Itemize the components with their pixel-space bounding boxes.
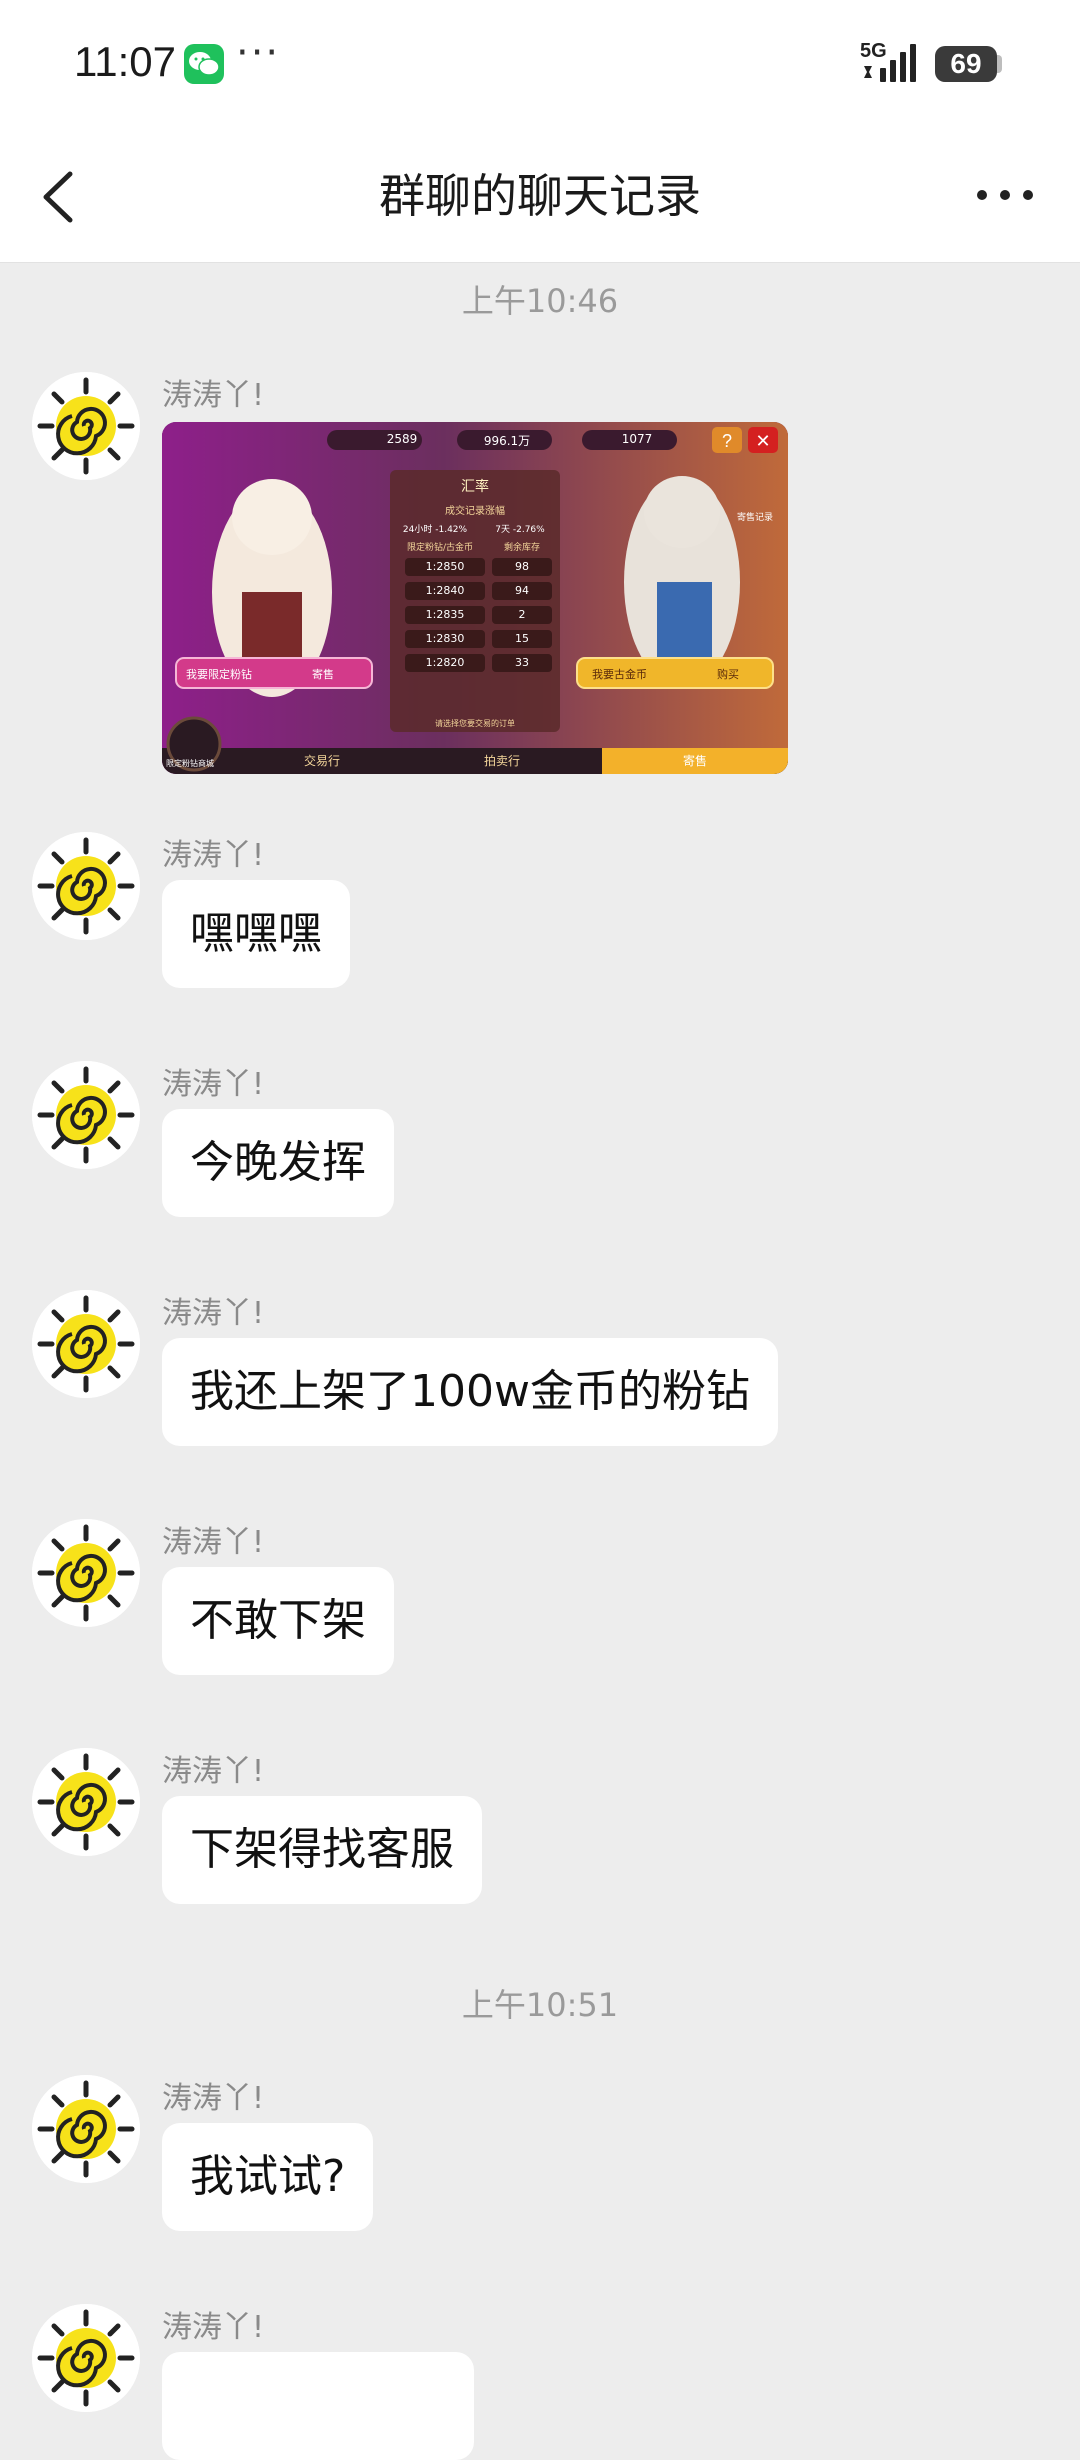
avatar[interactable] [32,2075,140,2183]
right-action-tag: 购买 [717,668,739,681]
tab-label: 寄售 [682,754,707,768]
sender-name: 涛涛丫! [162,838,265,873]
avatar[interactable] [32,1519,140,1627]
avatar[interactable] [32,1748,140,1856]
rate-cell: 1:2850 [425,560,465,573]
navigation-bar: 群聊的聊天记录 [0,130,1080,263]
status-time: 11:07 [74,38,176,85]
image-message[interactable]: ? ✕ 2589 996.1万 1077 汇率 成交记录涨幅 24小时 -1.4… [162,422,788,774]
message-timestamp: 上午10:51 [461,1986,619,2024]
text-bubble[interactable]: 嘿嘿嘿 [162,880,350,988]
svg-text:✕: ✕ [755,431,770,451]
panel-subtitle: 成交记录涨幅 [445,506,505,517]
right-action-label: 我要古金币 [592,668,647,681]
back-button[interactable] [30,160,90,232]
column-header: 剩余库存 [503,543,540,553]
page-title: 群聊的聊天记录 [379,169,701,223]
sender-name: 涛涛丫! [162,378,265,413]
stock-cell: 98 [515,560,529,573]
gold-count: 996.1万 [483,434,531,448]
rate-cell: 1:2820 [425,656,465,669]
gem-count: 2589 [386,432,418,446]
stock-cell: 15 [515,632,529,645]
panel-title: 汇率 [461,479,489,495]
sun-avatar-icon [32,372,140,480]
left-action-tag: 寄售 [312,668,334,681]
rate-cell: 1:2830 [425,632,465,645]
sender-name: 涛涛丫! [162,2310,265,2345]
sender-name: 涛涛丫! [162,1754,265,1789]
sun-avatar-icon [32,2304,140,2412]
text-bubble[interactable]: 我还上架了100w金币的粉钻 [162,1338,778,1446]
stock-cell: 2 [518,608,526,621]
rate-cell: 1:2835 [425,608,465,621]
svg-text:?: ? [722,431,732,451]
record-label: 寄售记录 [737,513,774,523]
avatar[interactable] [32,832,140,940]
shop-label: 限定粉钻商城 [166,759,214,768]
sun-avatar-icon [32,1061,140,1169]
sender-name: 涛涛丫! [162,1525,265,1560]
avatar[interactable] [32,1290,140,1398]
text-bubble[interactable]: 今晚发挥 [162,1109,394,1217]
battery-tip [997,55,1002,73]
sender-name: 涛涛丫! [162,1296,265,1331]
text-bubble-partial[interactable] [162,2352,474,2460]
message-timestamp: 上午10:46 [461,282,619,320]
footer-note: 请选择您要交易的订单 [435,719,515,728]
avatar[interactable] [32,1061,140,1169]
sun-avatar-icon [32,1519,140,1627]
stock-cell: 94 [515,584,529,597]
wechat-notification-icon [184,44,224,84]
more-options-button[interactable] [970,170,1040,220]
sun-avatar-icon [32,1748,140,1856]
pink-gem-count: 1077 [621,432,653,446]
change-7d: 7天 -2.76% [495,525,545,535]
avatar[interactable] [32,372,140,480]
change-24h: 24小时 -1.42% [402,525,468,535]
ellipsis-icon [977,190,1033,200]
avatar[interactable] [32,2304,140,2412]
left-action-label: 我要限定粉钻 [186,668,252,681]
tab-label: 交易行 [303,754,340,768]
sun-avatar-icon [32,832,140,940]
sender-name: 涛涛丫! [162,1067,265,1102]
sun-avatar-icon [32,1290,140,1398]
battery-level: 69 [950,48,982,79]
status-more-icon: ··· [236,30,281,76]
text-bubble[interactable]: 不敢下架 [162,1567,394,1675]
text-bubble[interactable]: 我试试? [162,2123,374,2231]
battery-icon: 69 [935,46,997,82]
column-header: 限定粉钻/古金币 [406,543,474,553]
tab-label: 拍卖行 [483,754,520,768]
stock-cell: 33 [515,656,529,669]
sun-avatar-icon [32,2075,140,2183]
status-bar: 11:07 ··· 5G 69 [0,0,1080,130]
chevron-left-icon [43,171,73,223]
rate-cell: 1:2840 [425,584,465,597]
sender-name: 涛涛丫! [162,2081,265,2116]
text-bubble[interactable]: 下架得找客服 [162,1796,482,1904]
